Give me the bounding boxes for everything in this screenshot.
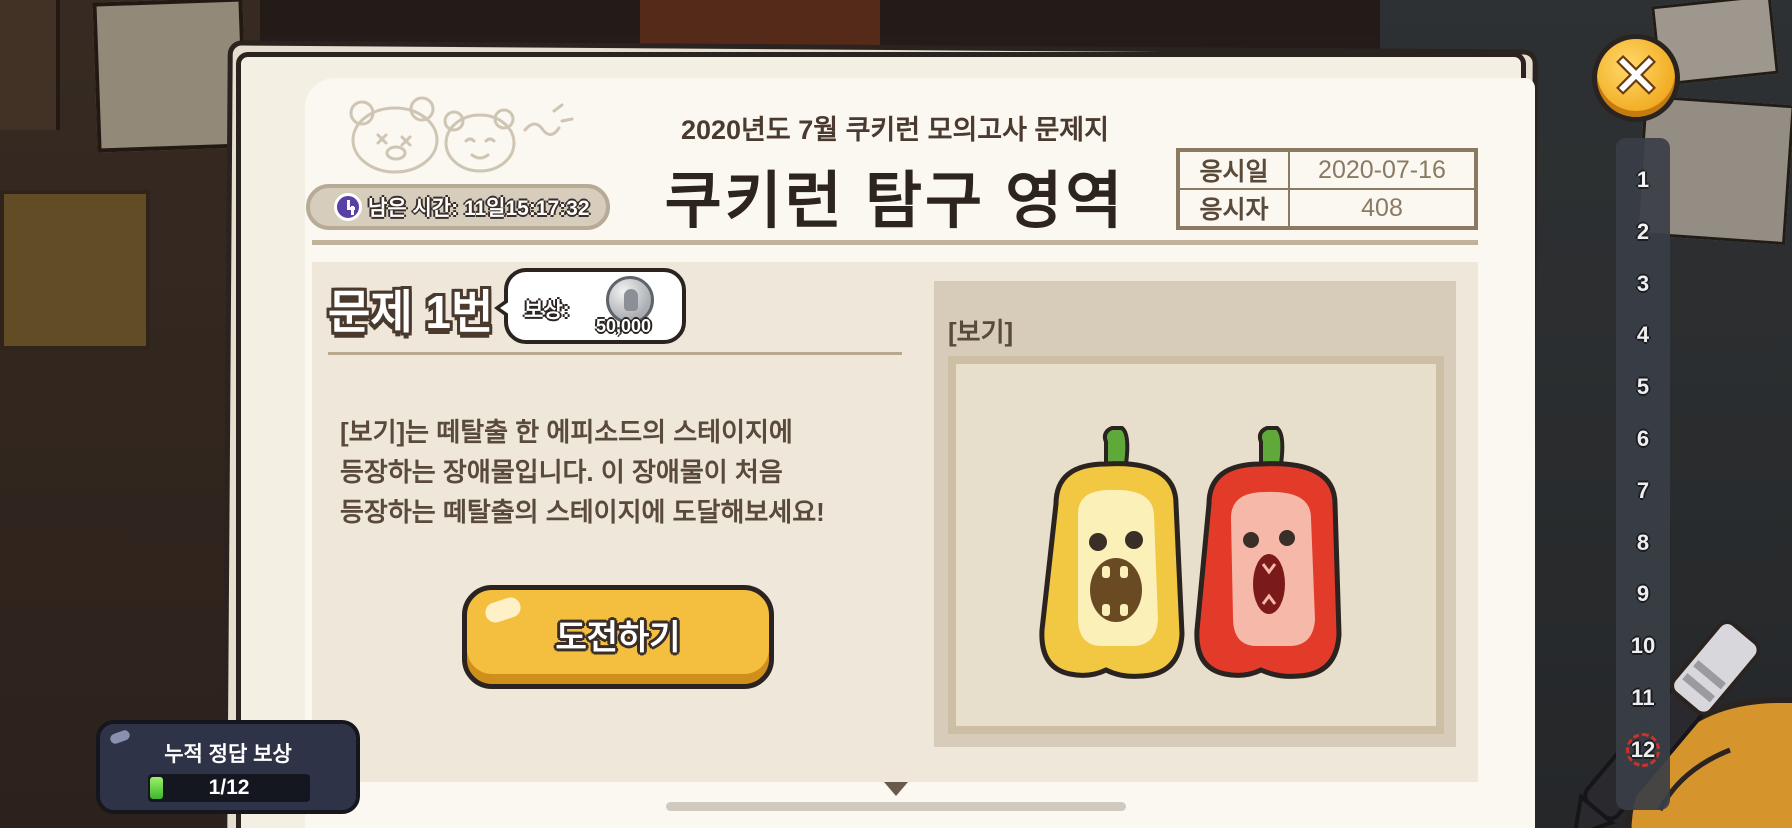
question-list-item[interactable]: 2 <box>1616 212 1670 252</box>
question-list-item-label: 4 <box>1636 322 1650 348</box>
scroll-down-arrow-icon[interactable] <box>884 782 908 796</box>
bear-doodle-icon <box>349 96 574 174</box>
close-icon: ✕ <box>1611 42 1661 110</box>
accumulated-progress-text: 1/12 <box>208 776 250 799</box>
question-list-item-label: 8 <box>1636 529 1650 555</box>
question-list-item[interactable]: 12 <box>1616 730 1670 770</box>
question-list-item-label: 7 <box>1636 477 1650 503</box>
exam-title: 쿠키런 탐구 영역 <box>664 167 1126 236</box>
question-list-item-label: 3 <box>1636 270 1650 296</box>
exam-taker-label: 응시자 <box>1179 189 1289 227</box>
question-list-item-label: 5 <box>1636 374 1650 400</box>
question-list-item-label: 1 <box>1636 167 1650 192</box>
reward-label: 보상: <box>524 299 570 322</box>
question-list-item-label: 10 <box>1630 633 1656 659</box>
accumulated-progress-bar: 1/12 <box>148 774 310 802</box>
challenge-button[interactable]: 도전하기 <box>462 585 774 689</box>
challenge-button-label: 도전하기 <box>555 618 681 657</box>
reward-amount: 50,000 <box>596 316 652 336</box>
question-list-item[interactable]: 3 <box>1616 264 1670 304</box>
close-button[interactable]: ✕ <box>1592 34 1680 122</box>
question-text: [보기]는 떼탈출 한 에피소드의 스테이지에 등장하는 장애물입니다. 이 장… <box>340 417 825 527</box>
question-list-item[interactable]: 9 <box>1616 574 1670 614</box>
question-list-item[interactable]: 7 <box>1616 471 1670 511</box>
question-list-item-label: 2 <box>1636 218 1650 244</box>
question-number: 문제 1번 <box>328 286 494 338</box>
exam-date-value: 2020-07-16 <box>1289 151 1475 189</box>
remaining-time-badge: 남은 시간: 11일15:17:32 <box>306 184 610 230</box>
reward-bubble: 보상: 50,000 <box>494 268 686 344</box>
clock-icon <box>334 193 362 221</box>
question-list: 1 2 3 4 5 6 7 8 9 10 11 12 <box>1616 138 1670 810</box>
question-list-item[interactable]: 5 <box>1616 367 1670 407</box>
header-divider <box>312 240 1478 245</box>
bell-pepper-obstacles-icon <box>1039 426 1342 679</box>
remaining-time-text: 남은 시간: 11일15:17:32 <box>368 197 590 220</box>
question-list-item-label: 6 <box>1636 426 1650 451</box>
exam-info-table: 응시일 2020-07-16 응시자 408 <box>1176 148 1478 230</box>
question-list-item[interactable]: 11 <box>1616 678 1670 718</box>
question-list-item-label: 9 <box>1636 581 1650 607</box>
question-list-item[interactable]: 4 <box>1616 315 1670 355</box>
question-list-item[interactable]: 8 <box>1616 523 1670 563</box>
exam-taker-value: 408 <box>1289 189 1475 227</box>
view-label: [보기] <box>948 317 1014 347</box>
accumulated-reward-box[interactable]: 누적 정답 보상 1/12 <box>96 720 360 814</box>
question-list-item[interactable]: 6 <box>1616 419 1670 459</box>
exam-subtitle: 2020년도 7월 쿠키런 모의고사 문제지 <box>680 115 1109 145</box>
question-list-item[interactable]: 10 <box>1616 626 1670 666</box>
view-frame <box>948 356 1444 734</box>
question-list-item-label: 11 <box>1631 685 1655 710</box>
question-list-item-label: 12 <box>1626 732 1660 767</box>
accumulated-reward-title: 누적 정답 보상 <box>164 743 292 766</box>
exam-date-label: 응시일 <box>1179 151 1289 189</box>
question-list-item[interactable]: 1 <box>1616 160 1670 200</box>
home-indicator <box>666 802 1126 811</box>
question-divider <box>328 352 902 355</box>
